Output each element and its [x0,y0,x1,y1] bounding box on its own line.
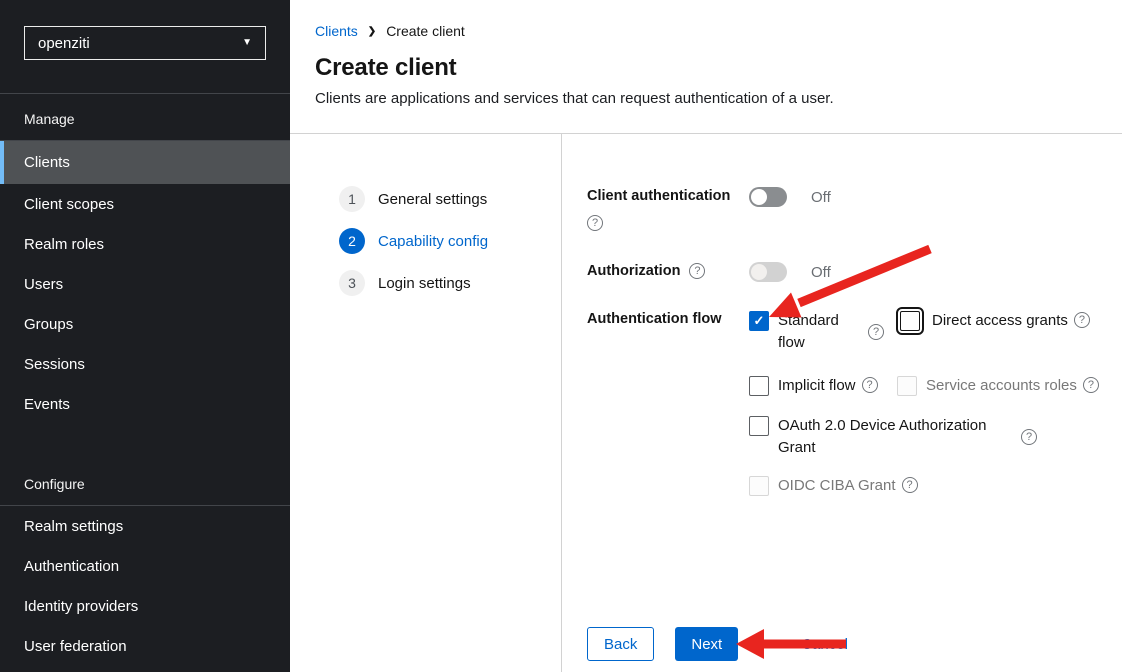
checkbox-service-accounts-roles: Service accounts roles ? [897,375,1099,397]
sidebar-item-groups[interactable]: Groups [0,304,290,344]
next-button[interactable]: Next [675,627,738,661]
wizard-step-login-settings[interactable]: 3 Login settings [339,270,561,296]
checkbox-label: OAuth 2.0 Device Authorization Grant [778,415,1006,459]
client-authentication-state: Off [811,189,831,206]
field-authorization: Authorization ? Off [587,262,1122,282]
field-authentication-flow: Authentication flow ✓ Standard flow ? Di… [587,310,1122,497]
help-icon[interactable]: ? [862,377,878,393]
client-authentication-toggle[interactable] [749,187,787,207]
step-label: General settings [378,191,487,208]
authentication-flow-label: Authentication flow [587,310,749,328]
wizard-step-general-settings[interactable]: 1 General settings [339,186,561,212]
help-icon[interactable]: ? [902,477,918,493]
help-icon[interactable]: ? [868,324,884,340]
realm-selector-dropdown[interactable]: openziti ▼ [24,26,266,60]
capability-config-form: Client authentication ? Off Authorizatio… [562,134,1122,672]
caret-down-icon: ▼ [242,38,252,48]
client-authentication-label: Client authentication [587,187,749,205]
sidebar-item-authentication[interactable]: Authentication [0,546,290,586]
back-button[interactable]: Back [587,627,654,661]
wizard-step-capability-config[interactable]: 2 Capability config [339,228,561,254]
checkbox-box-disabled [897,376,917,396]
sidebar-item-user-federation[interactable]: User federation [0,626,290,666]
sidebar-item-client-scopes[interactable]: Client scopes [0,184,290,224]
sidebar-item-realm-settings[interactable]: Realm settings [0,506,290,546]
checkbox-label: Standard flow [778,310,846,354]
checkbox-oidc-ciba-grant: OIDC CIBA Grant ? [749,475,1099,497]
breadcrumb: Clients ❯ Create client [315,23,1098,39]
sidebar-spacer [0,424,290,459]
checkbox-box[interactable] [749,416,769,436]
authorization-state: Off [811,264,831,281]
realm-selector-value: openziti [38,35,90,52]
chevron-right-icon: ❯ [368,26,376,37]
help-icon[interactable]: ? [689,263,705,279]
page-subtitle: Clients are applications and services th… [315,90,1098,107]
field-client-authentication: Client authentication ? Off [587,187,1122,231]
checkbox-label: Service accounts roles [926,375,1077,397]
page-header: Clients ❯ Create client Create client Cl… [290,0,1122,134]
sidebar-section-configure: Configure [0,459,290,505]
help-icon[interactable]: ? [1083,377,1099,393]
toggle-knob [751,264,767,280]
step-number-badge: 1 [339,186,365,212]
checkbox-standard-flow[interactable]: ✓ Standard flow ? [749,310,897,354]
checkbox-label: Direct access grants [932,310,1068,332]
authorization-toggle [749,262,787,282]
checkbox-oauth-device-authorization-grant[interactable]: OAuth 2.0 Device Authorization Grant ? [749,415,1099,459]
sidebar-item-realm-roles[interactable]: Realm roles [0,224,290,264]
checkbox-direct-access-grants[interactable]: Direct access grants ? [897,310,1099,332]
toggle-knob [751,189,767,205]
step-number-badge: 3 [339,270,365,296]
wizard-content: 1 General settings 2 Capability config 3… [290,134,1122,672]
wizard-steps-nav: 1 General settings 2 Capability config 3… [290,134,562,672]
sidebar-item-identity-providers[interactable]: Identity providers [0,586,290,626]
checkbox-label: Implicit flow [778,375,856,397]
checkbox-box[interactable] [900,311,920,331]
sidebar-item-clients[interactable]: Clients [0,141,290,184]
wizard-footer: Back Next Cancel [587,627,1122,672]
step-label: Login settings [378,275,471,292]
sidebar: openziti ▼ Manage Clients Client scopes … [0,0,290,672]
checkbox-box[interactable] [749,376,769,396]
step-number-badge: 2 [339,228,365,254]
checkbox-implicit-flow[interactable]: Implicit flow ? [749,375,897,397]
cancel-link[interactable]: Cancel [801,636,848,653]
checkbox-box-checked[interactable]: ✓ [749,311,769,331]
step-label: Capability config [378,233,488,250]
sidebar-section-manage: Manage [0,94,290,140]
checkbox-box-disabled [749,476,769,496]
help-icon[interactable]: ? [1021,429,1037,445]
authentication-flow-options: ✓ Standard flow ? Direct access grants ?… [749,310,1099,497]
main-content: Clients ❯ Create client Create client Cl… [290,0,1122,672]
sidebar-item-users[interactable]: Users [0,264,290,304]
breadcrumb-link-clients[interactable]: Clients [315,23,358,39]
checkbox-label: OIDC CIBA Grant [778,475,896,497]
authorization-label: Authorization [587,262,680,280]
help-icon[interactable]: ? [587,215,603,231]
page-title: Create client [315,54,1098,82]
sidebar-item-sessions[interactable]: Sessions [0,344,290,384]
sidebar-item-events[interactable]: Events [0,384,290,424]
help-icon[interactable]: ? [1074,312,1090,328]
breadcrumb-current: Create client [386,23,465,39]
